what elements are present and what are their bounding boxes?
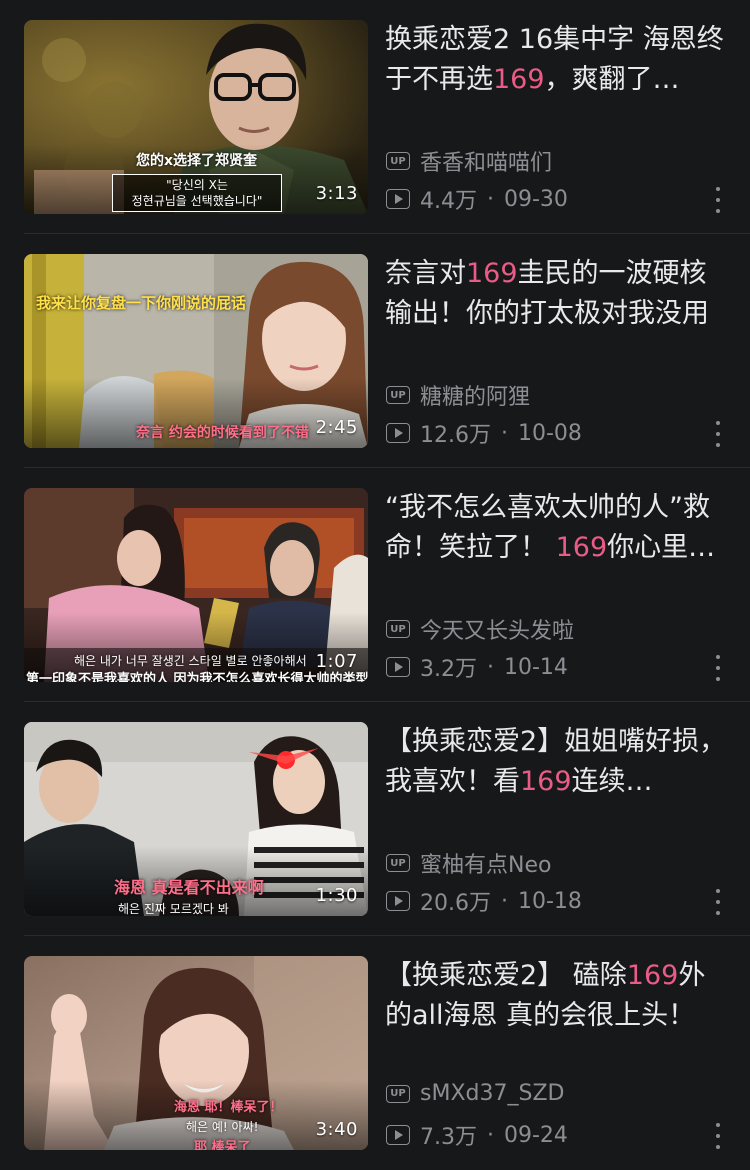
- thumbnail-caption-box: "당신의 X는 정현규님을 선택했습니다": [112, 174, 282, 212]
- view-count: 12.6万: [420, 423, 491, 448]
- separator: ·: [501, 888, 508, 914]
- separator: ·: [487, 186, 494, 212]
- video-title[interactable]: “我不怎么喜欢太帅的人”救命！笑拉了！ 169你心里…: [385, 488, 730, 568]
- separator: ·: [487, 1122, 494, 1148]
- title-text: 【换乘恋爱2】 磕除: [385, 960, 627, 991]
- stats-row: 7.3万 · 09-24: [386, 1119, 568, 1151]
- thumbnail-caption: 您的x选择了郑贤奎: [136, 153, 258, 169]
- thumbnail-caption: 해은 내가 너무 잘생긴 스타일 별로 안좋아해서: [74, 654, 307, 668]
- video-card[interactable]: 您的x选择了郑贤奎 "당신의 X는 정현규님을 선택했습니다" 3:13 换乘恋…: [0, 0, 750, 234]
- thumbnail-caption: 해은 진짜 모르겠다 봐: [118, 902, 229, 916]
- publish-date: 10-14: [504, 654, 568, 680]
- video-thumbnail[interactable]: 您的x选择了郑贤奎 "당신의 X는 정현규님을 선택했습니다" 3:13: [24, 20, 368, 214]
- up-badge-icon: UP: [386, 1084, 410, 1103]
- title-highlight: 169: [520, 766, 572, 797]
- video-card[interactable]: 海恩 耶！棒呆了！ 해은 예! 아싸! 耶 棒呆了 3:40 【换乘恋爱2】 磕…: [0, 936, 750, 1170]
- thumbnail-caption: 奈言 约会的时候看到了不错: [136, 425, 309, 441]
- uploader-row[interactable]: UP 糖糖的阿狸: [386, 379, 530, 411]
- video-thumbnail[interactable]: 해은 내가 너무 잘생긴 스타일 별로 안좋아해서 第一印象不是我喜欢的人 因为…: [24, 488, 368, 682]
- video-duration: 2:45: [315, 417, 358, 438]
- thumbnail-caption: 我来让你复盘一下你刚说的屁话: [36, 294, 247, 312]
- uploader-row[interactable]: UP 今天又长头发啦: [386, 613, 574, 645]
- separator: ·: [501, 420, 508, 446]
- view-count: 3.2万: [420, 657, 477, 682]
- uploader-row[interactable]: UP 香香和喵喵们: [386, 145, 552, 177]
- title-highlight: 169: [466, 258, 518, 289]
- title-text: 你心里…: [607, 532, 716, 563]
- video-card[interactable]: 海恩 真是看不出来啊 해은 진짜 모르겠다 봐 1:30 【换乘恋爱2】姐姐嘴好…: [0, 702, 750, 936]
- publish-date: 10-18: [518, 888, 582, 914]
- uploader-row[interactable]: UP sMXd37_SZD: [386, 1081, 564, 1106]
- stats-row: 4.4万 · 09-30: [386, 183, 568, 215]
- video-thumbnail[interactable]: 海恩 耶！棒呆了！ 해은 예! 아싸! 耶 棒呆了 3:40: [24, 956, 368, 1150]
- title-text: 奈言对: [385, 258, 466, 289]
- more-vertical-icon[interactable]: [712, 187, 724, 213]
- thumbnail-caption: 해은 예! 아싸!: [186, 1120, 259, 1134]
- more-vertical-icon[interactable]: [712, 421, 724, 447]
- stats-row: 12.6万 · 10-08: [386, 417, 582, 449]
- play-count-icon: [386, 1125, 410, 1145]
- up-badge-icon: UP: [386, 386, 410, 404]
- thumbnail-caption: 海恩 耶！棒呆了！: [174, 1100, 283, 1115]
- more-vertical-icon[interactable]: [712, 1123, 724, 1149]
- up-badge-icon: UP: [386, 854, 410, 872]
- uploader-name: 蜜柚有点Neo: [420, 853, 552, 878]
- publish-date: 10-08: [518, 420, 582, 446]
- up-badge-icon: UP: [386, 152, 410, 170]
- video-title[interactable]: 换乘恋爱2 16集中字 海恩终于不再选169，爽翻了…: [385, 20, 730, 100]
- title-highlight: 169: [493, 64, 545, 95]
- video-title[interactable]: 【换乘恋爱2】姐姐嘴好损，我喜欢！看169连续…: [385, 722, 730, 802]
- publish-date: 09-24: [504, 1122, 568, 1148]
- video-title[interactable]: 奈言对169圭民的一波硬核输出！你的打太极对我没用: [385, 254, 730, 334]
- title-highlight: 169: [555, 532, 608, 563]
- video-card[interactable]: 我来让你复盘一下你刚说的屁话 奈言 约会的时候看到了不错 2:45 奈言对169…: [0, 234, 750, 468]
- uploader-name: 糖糖的阿狸: [420, 385, 531, 410]
- title-text: 连续…: [571, 766, 653, 797]
- thumbnail-caption: 耶 棒呆了: [194, 1140, 251, 1150]
- more-vertical-icon[interactable]: [712, 655, 724, 681]
- play-count-icon: [386, 423, 410, 443]
- view-count: 4.4万: [420, 189, 477, 214]
- view-count: 20.6万: [420, 891, 491, 916]
- video-duration: 1:07: [315, 651, 358, 672]
- video-thumbnail[interactable]: 海恩 真是看不出来啊 해은 진짜 모르겠다 봐 1:30: [24, 722, 368, 916]
- video-thumbnail[interactable]: 我来让你复盘一下你刚说的屁话 奈言 约会的时候看到了不错 2:45: [24, 254, 368, 448]
- thumbnail-caption: 海恩 真是看不出来啊: [114, 878, 264, 897]
- video-card[interactable]: 해은 내가 너무 잘생긴 스타일 별로 안좋아해서 第一印象不是我喜欢的人 因为…: [0, 468, 750, 702]
- video-duration: 3:13: [315, 183, 358, 204]
- publish-date: 09-30: [504, 186, 568, 212]
- video-duration: 1:30: [315, 885, 358, 906]
- uploader-name: sMXd37_SZD: [420, 1081, 565, 1106]
- play-count-icon: [386, 891, 410, 911]
- uploader-row[interactable]: UP 蜜柚有点Neo: [386, 847, 551, 879]
- video-feed: 您的x选择了郑贤奎 "당신의 X는 정현규님을 선택했습니다" 3:13 换乘恋…: [0, 0, 750, 1165]
- up-badge-icon: UP: [386, 620, 410, 638]
- uploader-name: 今天又长头发啦: [420, 619, 575, 644]
- play-count-icon: [386, 657, 410, 677]
- play-count-icon: [386, 189, 410, 209]
- stats-row: 20.6万 · 10-18: [386, 885, 582, 917]
- separator: ·: [487, 654, 494, 680]
- stats-row: 3.2万 · 10-14: [386, 651, 568, 683]
- video-title[interactable]: 【换乘恋爱2】 磕除169外的all海恩 真的会很上头！: [385, 956, 730, 1036]
- title-highlight: 169: [626, 960, 679, 991]
- more-vertical-icon[interactable]: [712, 889, 724, 915]
- uploader-name: 香香和喵喵们: [420, 151, 553, 176]
- video-duration: 3:40: [315, 1119, 358, 1140]
- view-count: 7.3万: [420, 1125, 477, 1150]
- title-text: ，爽翻了…: [544, 64, 680, 95]
